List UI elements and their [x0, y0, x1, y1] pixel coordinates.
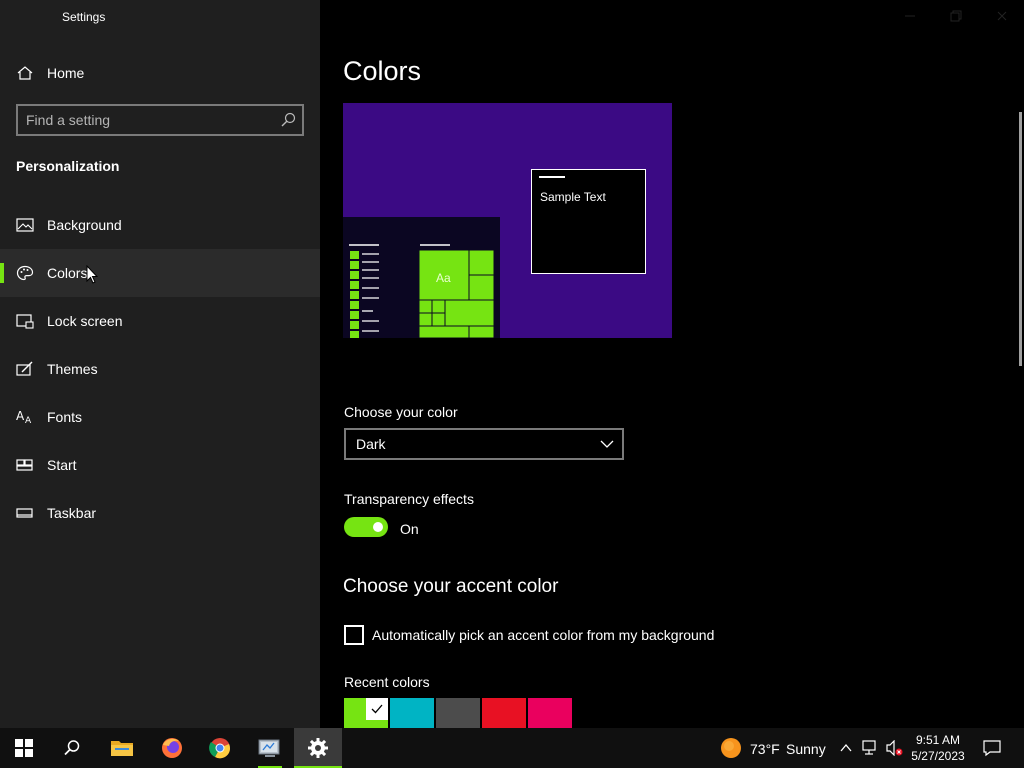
clock-date: 5/27/2023 [911, 749, 965, 763]
lock-screen-icon [16, 314, 34, 329]
auto-pick-checkbox[interactable] [344, 625, 364, 645]
weather-sun-icon [721, 738, 741, 758]
search-button[interactable] [48, 728, 96, 768]
gear-icon [308, 738, 328, 758]
network-icon[interactable] [862, 740, 880, 756]
preview-window-bar [539, 176, 565, 178]
firefox-button[interactable] [148, 728, 196, 768]
chevron-up-icon[interactable] [840, 742, 852, 754]
sidebar: Settings Home Personalization Background… [0, 0, 320, 728]
home-icon [17, 66, 33, 80]
svg-text:A: A [16, 409, 25, 423]
transparency-label: Transparency effects [344, 491, 474, 507]
clock[interactable]: 9:51 AM 5/27/2023 [906, 732, 970, 764]
fonts-icon: A A [16, 409, 32, 425]
sidebar-item-label: Background [47, 217, 122, 233]
search-icon [64, 740, 80, 756]
recent-color-swatch-teal[interactable] [390, 698, 434, 728]
chevron-down-icon [600, 440, 614, 448]
sidebar-item-start[interactable]: Start [0, 441, 320, 489]
page-title: Colors [343, 56, 422, 86]
taskbar-icon [16, 508, 33, 518]
recent-color-swatch-gray[interactable] [436, 698, 480, 728]
sidebar-item-colors[interactable]: Colors [0, 249, 320, 297]
mouse-cursor-icon [86, 265, 98, 284]
app-title: Settings [62, 10, 106, 24]
clock-time: 9:51 AM [915, 733, 961, 747]
image-icon [16, 218, 34, 232]
color-preview: Aa Sample Text [343, 103, 672, 338]
transparency-toggle[interactable] [344, 517, 388, 537]
recent-color-swatch-red[interactable] [482, 698, 526, 728]
sidebar-item-fonts[interactable]: A A Fonts [0, 393, 320, 441]
check-icon [371, 704, 383, 714]
palette-icon [16, 265, 34, 281]
sidebar-item-lock-screen[interactable]: Lock screen [0, 297, 320, 345]
control-panel-icon [258, 739, 280, 757]
recent-color-swatch-green[interactable] [344, 698, 388, 728]
sidebar-item-label: Themes [47, 361, 98, 377]
transparency-state: On [400, 521, 419, 537]
start-button[interactable] [0, 728, 48, 768]
start-icon [16, 459, 33, 471]
svg-text:A: A [25, 416, 32, 425]
themes-icon [16, 361, 33, 376]
taskbar: 73°F Sunny 9:51 AM 5/27/2023 [0, 728, 1024, 768]
choose-color-value: Dark [356, 436, 386, 452]
sidebar-item-label: Colors [47, 265, 88, 281]
toggle-knob [373, 522, 383, 532]
preview-tile-text: Aa [436, 271, 451, 285]
section-heading: Personalization [16, 158, 120, 174]
chrome-icon [209, 738, 230, 759]
search-icon[interactable] [280, 112, 296, 128]
preview-start-menu: Aa [343, 217, 500, 338]
preview-window: Sample Text [531, 169, 646, 274]
recent-colors-label: Recent colors [344, 674, 430, 690]
search-input[interactable] [26, 106, 276, 134]
notification-icon[interactable] [983, 739, 1001, 757]
weather-temp[interactable]: 73°F [750, 741, 780, 757]
windows-logo-icon [15, 739, 33, 757]
chrome-button[interactable] [196, 728, 244, 768]
sidebar-item-background[interactable]: Background [0, 201, 320, 249]
sidebar-item-label: Taskbar [47, 505, 97, 521]
sidebar-item-taskbar[interactable]: Taskbar [0, 489, 320, 537]
sidebar-item-label: Start [47, 457, 77, 473]
firefox-icon [162, 738, 182, 758]
scrollbar[interactable] [1019, 112, 1022, 366]
sidebar-item-label: Lock screen [47, 313, 123, 329]
search-box[interactable] [16, 104, 304, 136]
sidebar-item-label: Fonts [47, 409, 83, 425]
restore-icon[interactable] [948, 8, 964, 24]
sidebar-item-label: Home [47, 65, 85, 81]
preview-start-graphic [349, 244, 495, 338]
minimize-icon[interactable] [902, 8, 918, 24]
accent-heading: Choose your accent color [343, 576, 559, 597]
file-explorer-button[interactable] [98, 728, 146, 768]
app-button[interactable] [246, 728, 294, 768]
auto-pick-label: Automatically pick an accent color from … [372, 627, 715, 643]
choose-color-label: Choose your color [344, 404, 458, 420]
preview-sample-text: Sample Text [540, 190, 606, 204]
weather-text[interactable]: Sunny [786, 741, 826, 757]
folder-icon [111, 741, 133, 756]
sidebar-item-themes[interactable]: Themes [0, 345, 320, 393]
sidebar-item-home[interactable]: Home [0, 49, 320, 97]
settings-taskbar-button[interactable] [294, 728, 342, 768]
close-icon[interactable] [994, 8, 1010, 24]
recent-color-swatch-pink[interactable] [528, 698, 572, 728]
volume-muted-icon[interactable] [886, 740, 904, 756]
choose-color-dropdown[interactable]: Dark [344, 428, 624, 460]
